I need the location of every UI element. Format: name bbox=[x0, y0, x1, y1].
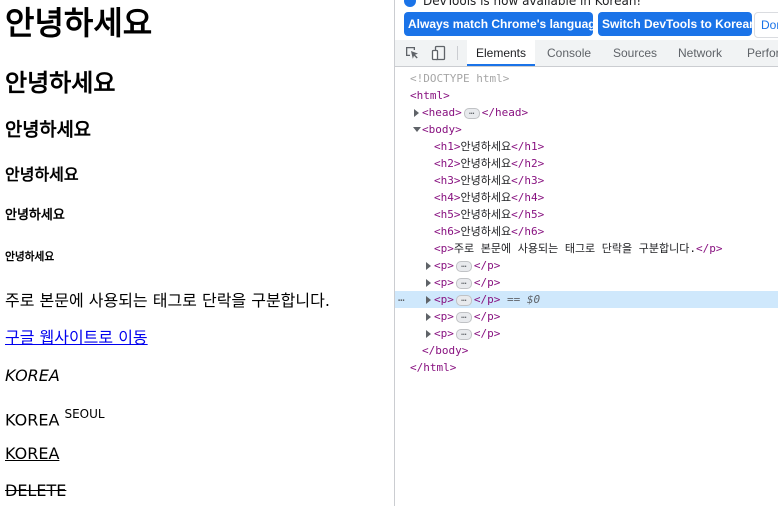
tab-network[interactable]: Network bbox=[678, 40, 722, 66]
tree-node-p-collapsed[interactable]: <p>… </p> bbox=[395, 257, 778, 274]
heading-3: 안녕하세요 bbox=[5, 120, 91, 141]
heading-5: 안녕하세요 bbox=[5, 208, 65, 223]
tree-node-doctype[interactable]: <!DOCTYPE html> bbox=[395, 70, 778, 87]
tree-node-p[interactable]: <p>주로 본문에 사용되는 태그로 단락을 구분합니다.</p> bbox=[395, 240, 778, 257]
link-paragraph: 구글 웹사이트로 이동 bbox=[5, 328, 148, 348]
tree-node-h6[interactable]: <h6>안녕하세요</h6> bbox=[395, 223, 778, 240]
collapsed-ellipsis-icon[interactable]: … bbox=[455, 311, 472, 323]
tree-node-p-collapsed[interactable]: <p>… </p> bbox=[395, 308, 778, 325]
dont-show-again-button[interactable]: Don't show again bbox=[754, 12, 778, 38]
italic-text: KOREA bbox=[5, 366, 60, 385]
collapsed-ellipsis-icon[interactable]: … bbox=[455, 294, 472, 306]
tab-sources[interactable]: Sources bbox=[613, 40, 657, 66]
expand-triangle-icon[interactable] bbox=[426, 262, 431, 270]
tree-node-body-close[interactable]: </body> bbox=[395, 342, 778, 359]
toolbar-separator bbox=[457, 46, 458, 60]
info-icon bbox=[404, 0, 416, 7]
tree-node-h2[interactable]: <h2>안녕하세요</h2> bbox=[395, 155, 778, 172]
heading-2: 안녕하세요 bbox=[5, 69, 116, 97]
tree-node-h5[interactable]: <h5>안녕하세요</h5> bbox=[395, 206, 778, 223]
tree-node-h3[interactable]: <h3>안녕하세요</h3> bbox=[395, 172, 778, 189]
superscript-paragraph: KOREA SEOUL bbox=[5, 405, 105, 430]
inspect-element-icon[interactable] bbox=[404, 45, 420, 61]
tab-elements[interactable]: Elements bbox=[467, 40, 535, 66]
expand-triangle-icon[interactable] bbox=[426, 296, 431, 304]
underline-text: KOREA bbox=[5, 444, 60, 463]
expand-triangle-icon[interactable] bbox=[426, 330, 431, 338]
switch-to-korean-button[interactable]: Switch DevTools to Korean bbox=[598, 12, 756, 36]
collapsed-ellipsis-icon[interactable]: … bbox=[455, 328, 472, 340]
tree-node-p-selected[interactable]: … <p>… </p> == $0 bbox=[395, 291, 778, 308]
tree-node-html[interactable]: <html> bbox=[395, 87, 778, 104]
expand-triangle-icon[interactable] bbox=[426, 313, 431, 321]
body-paragraph: 주로 본문에 사용되는 태그로 단락을 구분합니다. bbox=[5, 291, 330, 310]
tree-node-p-collapsed[interactable]: <p>… </p> bbox=[395, 274, 778, 291]
collapsed-ellipsis-icon[interactable]: … bbox=[463, 107, 480, 119]
device-toolbar-icon[interactable] bbox=[431, 45, 447, 61]
tab-console[interactable]: Console bbox=[547, 40, 591, 66]
heading-1: 안녕하세요 bbox=[5, 4, 153, 42]
tab-performance[interactable]: Performance bbox=[747, 40, 778, 66]
tree-node-head[interactable]: <head>… </head> bbox=[395, 104, 778, 121]
collapsed-ellipsis-icon[interactable]: … bbox=[455, 260, 472, 272]
selected-node-marker: == $0 bbox=[507, 293, 541, 306]
infobar-message: DevTools is now available in Korean! bbox=[423, 0, 642, 8]
heading-4: 안녕하세요 bbox=[5, 165, 79, 184]
expand-triangle-icon[interactable] bbox=[426, 279, 431, 287]
tree-node-html-close[interactable]: </html> bbox=[395, 359, 778, 376]
rendered-page: 안녕하세요 안녕하세요 안녕하세요 안녕하세요 안녕하세요 안녕하세요 주로 본… bbox=[0, 0, 394, 506]
more-options-icon[interactable]: … bbox=[398, 289, 405, 306]
superscript-base: KOREA bbox=[5, 410, 60, 430]
collapse-triangle-icon[interactable] bbox=[413, 127, 421, 132]
superscript-text: SEOUL bbox=[64, 407, 105, 421]
tree-node-h1[interactable]: <h1>안녕하세요</h1> bbox=[395, 138, 778, 155]
tree-node-h4[interactable]: <h4>안녕하세요</h4> bbox=[395, 189, 778, 206]
tree-node-body[interactable]: <body> bbox=[395, 121, 778, 138]
always-match-language-button[interactable]: Always match Chrome's language bbox=[404, 12, 602, 36]
strikethrough-text: DELETE bbox=[5, 481, 67, 500]
devtools-panel: DevTools is now available in Korean! Alw… bbox=[394, 0, 778, 506]
devtools-tabbar: Elements Console Sources Network Perform… bbox=[395, 40, 778, 67]
heading-6: 안녕하세요 bbox=[5, 250, 55, 263]
language-infobar: DevTools is now available in Korean! Alw… bbox=[395, 0, 778, 40]
google-link[interactable]: 구글 웹사이트로 이동 bbox=[5, 328, 148, 347]
tree-node-p-collapsed[interactable]: <p>… </p> bbox=[395, 325, 778, 342]
collapsed-ellipsis-icon[interactable]: … bbox=[455, 277, 472, 289]
expand-triangle-icon[interactable] bbox=[414, 109, 419, 117]
